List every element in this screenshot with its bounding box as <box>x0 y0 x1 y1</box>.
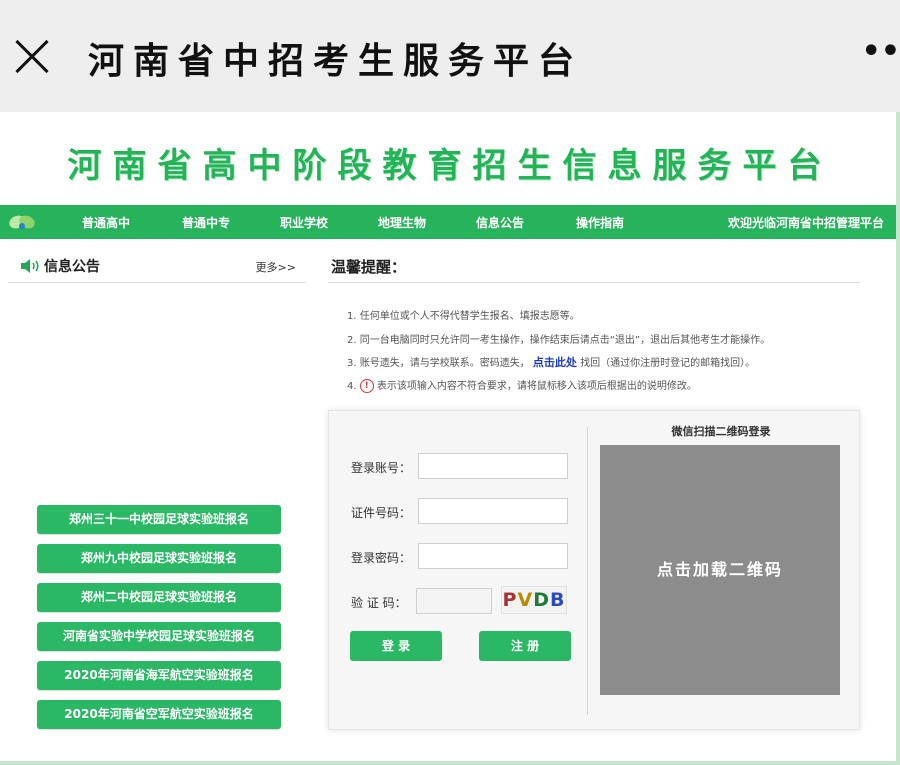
notice-more-link[interactable]: 更多>> <box>256 259 296 275</box>
tip-line-1: 1. 任何单位或个人不得代替学生报名、填报志愿等。 <box>347 311 580 322</box>
signup-button-zz31[interactable]: 郑州三十一中校园足球实验班报名 <box>37 505 281 534</box>
nav-item-regular-high-school[interactable]: 普通高中 <box>82 214 130 231</box>
captcha-input[interactable] <box>416 588 492 614</box>
login-button[interactable]: 登 录 <box>350 631 442 661</box>
captcha-char-2: V <box>517 589 534 611</box>
signup-button-zz9[interactable]: 郑州九中校园足球实验班报名 <box>37 544 281 573</box>
captcha-char-1: P <box>502 589 518 611</box>
page-right-border <box>896 112 900 765</box>
site-banner-title: 河南省高中阶段教育招生信息服务平台 <box>67 146 833 186</box>
account-input[interactable] <box>418 453 568 479</box>
captcha-image[interactable]: PVDB <box>501 586 567 614</box>
tips-header: 温馨提醒： <box>328 252 860 283</box>
id-number-input[interactable] <box>418 498 568 524</box>
more-options-icon[interactable]: •• <box>862 34 900 69</box>
captcha-label: 验 证 码： <box>351 596 407 610</box>
signup-button-navy-aviation[interactable]: 2020年河南省海军航空实验班报名 <box>37 661 281 690</box>
tip-line-3: 3. 账号遗失，请与学校联系。密码遗失， 点击此处 找回（通过你注册时登记的邮箱… <box>347 354 755 370</box>
signup-button-zz2[interactable]: 郑州二中校园足球实验班报名 <box>37 583 281 612</box>
close-icon[interactable] <box>14 38 50 74</box>
main-navbar: 普通高中 普通中专 职业学校 地理生物 信息公告 操作指南 欢迎光临河南省中招管… <box>0 205 898 239</box>
login-divider <box>587 427 588 715</box>
login-panel: 登录账号： 证件号码： 登录密码： 验 证 码： PVDB 登 录 注 册 微信… <box>328 410 860 730</box>
warning-icon: ! <box>359 379 374 393</box>
captcha-char-3: D <box>533 589 550 611</box>
captcha-char-4: B <box>549 589 566 611</box>
qr-login-title: 微信扫描二维码登录 <box>671 425 771 438</box>
tip-line-3-tail: 找回（通过你注册时登记的邮箱找回）。 <box>580 358 756 369</box>
nav-item-announcements[interactable]: 信息公告 <box>476 214 524 231</box>
tip-line-4-text: 表示该项输入内容不符合要求，请将鼠标移入该项后根据出的说明修改。 <box>376 381 697 392</box>
tips-title: 温馨提醒： <box>331 258 407 276</box>
tip-line-3-text: 3. 账号遗失，请与学校联系。密码遗失， <box>347 358 530 369</box>
password-label: 登录密码： <box>351 551 412 565</box>
id-number-label: 证件号码： <box>351 506 412 520</box>
account-label: 登录账号： <box>351 461 412 475</box>
page-bottom-border <box>0 761 900 765</box>
tip-line-4: 4. ! 表示该项输入内容不符合要求，请将鼠标移入该项后根据出的说明修改。 <box>347 377 697 393</box>
notice-header: 信息公告 更多>> <box>8 252 306 283</box>
register-button[interactable]: 注 册 <box>479 631 571 661</box>
signup-button-henan-experimental[interactable]: 河南省实验中学校园足球实验班报名 <box>37 622 281 651</box>
recover-password-link[interactable]: 点击此处 <box>533 356 577 369</box>
nav-item-vocational-school[interactable]: 职业学校 <box>280 214 328 231</box>
qr-load-button[interactable]: 点击加载二维码 <box>600 445 840 695</box>
tip-line-4-number: 4. <box>347 381 357 392</box>
speaker-icon <box>21 259 39 273</box>
tip-line-2: 2. 同一台电脑同时只允许同一考生操作，操作结束后请点击“退出”，退出后其他考生… <box>347 335 771 346</box>
nav-item-operation-guide[interactable]: 操作指南 <box>576 214 624 231</box>
app-top-bar: 河南省中招考生服务平台 •• <box>0 0 900 112</box>
leaf-logo-icon <box>9 215 35 229</box>
page-content: 河南省高中阶段教育招生信息服务平台 普通高中 普通中专 职业学校 地理生物 信息… <box>0 112 900 765</box>
app-title: 河南省中招考生服务平台 <box>88 40 584 82</box>
nav-item-regular-secondary[interactable]: 普通中专 <box>182 214 230 231</box>
nav-item-geography-biology[interactable]: 地理生物 <box>378 214 426 231</box>
signup-button-airforce-aviation[interactable]: 2020年河南省空军航空实验班报名 <box>37 700 281 729</box>
welcome-text: 欢迎光临河南省中招管理平台 <box>727 216 884 230</box>
notice-title: 信息公告 <box>44 259 100 275</box>
password-input[interactable] <box>418 543 568 569</box>
